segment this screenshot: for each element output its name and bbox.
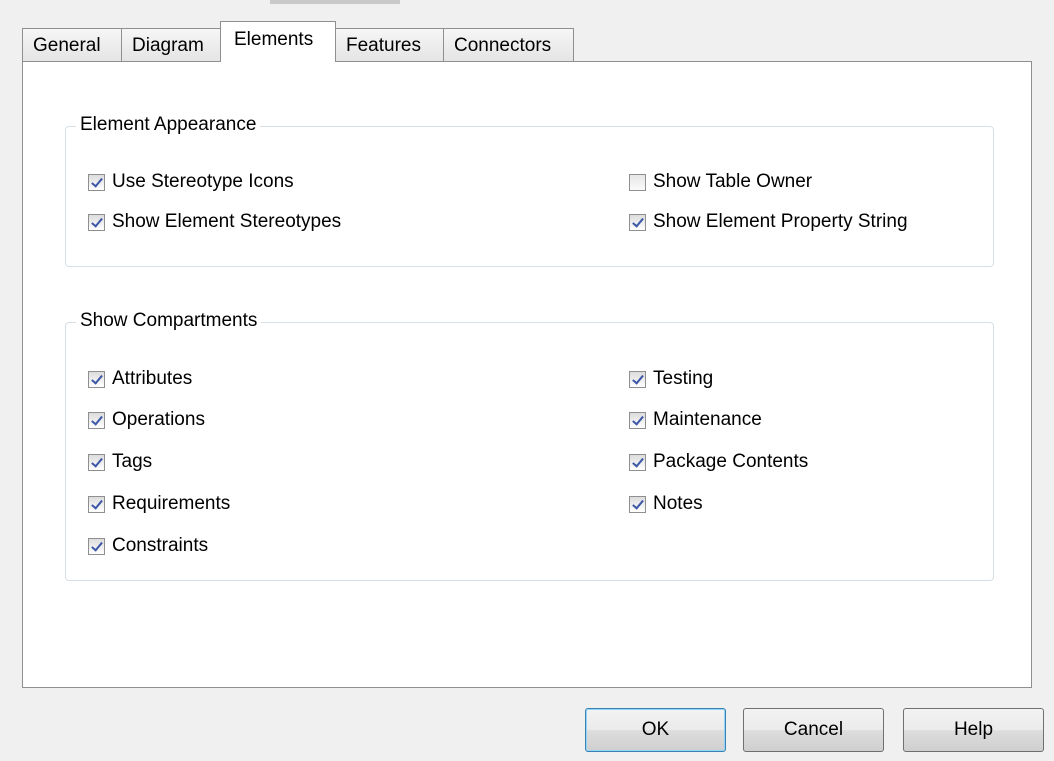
checkbox-box[interactable] [629,213,646,231]
show-element-property-string-checkbox[interactable]: Show Element Property String [629,211,908,233]
checkbox-label: Show Element Stereotypes [112,211,342,232]
elements-tab-page: Element Appearance Use Stereotype Icons … [22,61,1032,688]
checkbox-label: Package Contents [653,451,809,472]
checkbox-label: Constraints [112,535,209,556]
checkbox-label: Tags [112,451,153,472]
package-contents-checkbox[interactable]: Package Contents [629,451,808,473]
checkbox-box[interactable] [88,453,105,471]
checkbox-label: Requirements [112,493,231,514]
checkbox-label: Use Stereotype Icons [112,171,294,192]
checkbox-box[interactable] [629,495,646,513]
checkbox-label: Notes [653,493,703,514]
options-dialog: General Diagram Elements Features Connec… [0,0,1054,761]
checkbox-label: Testing [653,368,714,389]
show-compartments-legend: Show Compartments [76,310,262,332]
checkbox-label: Attributes [112,368,193,389]
attributes-checkbox[interactable]: Attributes [88,368,192,390]
checkbox-box[interactable] [88,537,105,555]
checkbox-box[interactable] [629,370,646,388]
cancel-button[interactable]: Cancel [743,708,884,752]
checkbox-label: Maintenance [653,409,762,430]
help-button[interactable]: Help [903,708,1044,752]
tab-general[interactable]: General [22,28,122,62]
checkbox-box[interactable] [629,453,646,471]
checkbox-box[interactable] [88,495,105,513]
tab-diagram[interactable]: Diagram [121,28,221,62]
use-stereotype-icons-checkbox[interactable]: Use Stereotype Icons [88,171,294,193]
checkbox-box[interactable] [629,411,646,429]
notes-checkbox[interactable]: Notes [629,493,703,515]
tab-features[interactable]: Features [335,28,444,62]
maintenance-checkbox[interactable]: Maintenance [629,409,762,431]
tags-checkbox[interactable]: Tags [88,451,152,473]
constraints-checkbox[interactable]: Constraints [88,535,208,557]
title-bar-fragment [270,0,400,4]
tab-elements[interactable]: Elements [220,21,336,62]
requirements-checkbox[interactable]: Requirements [88,493,230,515]
checkbox-label: Operations [112,409,205,430]
show-table-owner-checkbox[interactable]: Show Table Owner [629,171,812,193]
testing-checkbox[interactable]: Testing [629,368,713,390]
checkbox-label: Show Table Owner [653,171,813,192]
checkbox-label: Show Element Property String [653,211,908,232]
element-appearance-legend: Element Appearance [76,114,261,136]
checkbox-box[interactable] [88,173,105,191]
checkbox-box[interactable] [629,173,646,191]
checkbox-box[interactable] [88,370,105,388]
tab-strip: General Diagram Elements Features Connec… [22,21,574,62]
show-compartments-group: Show Compartments Attributes Operations … [65,310,994,581]
tab-connectors[interactable]: Connectors [443,28,574,62]
element-appearance-group: Element Appearance Use Stereotype Icons … [65,114,994,267]
show-element-stereotypes-checkbox[interactable]: Show Element Stereotypes [88,211,341,233]
checkbox-box[interactable] [88,411,105,429]
checkbox-box[interactable] [88,213,105,231]
operations-checkbox[interactable]: Operations [88,409,205,431]
ok-button[interactable]: OK [585,708,726,752]
